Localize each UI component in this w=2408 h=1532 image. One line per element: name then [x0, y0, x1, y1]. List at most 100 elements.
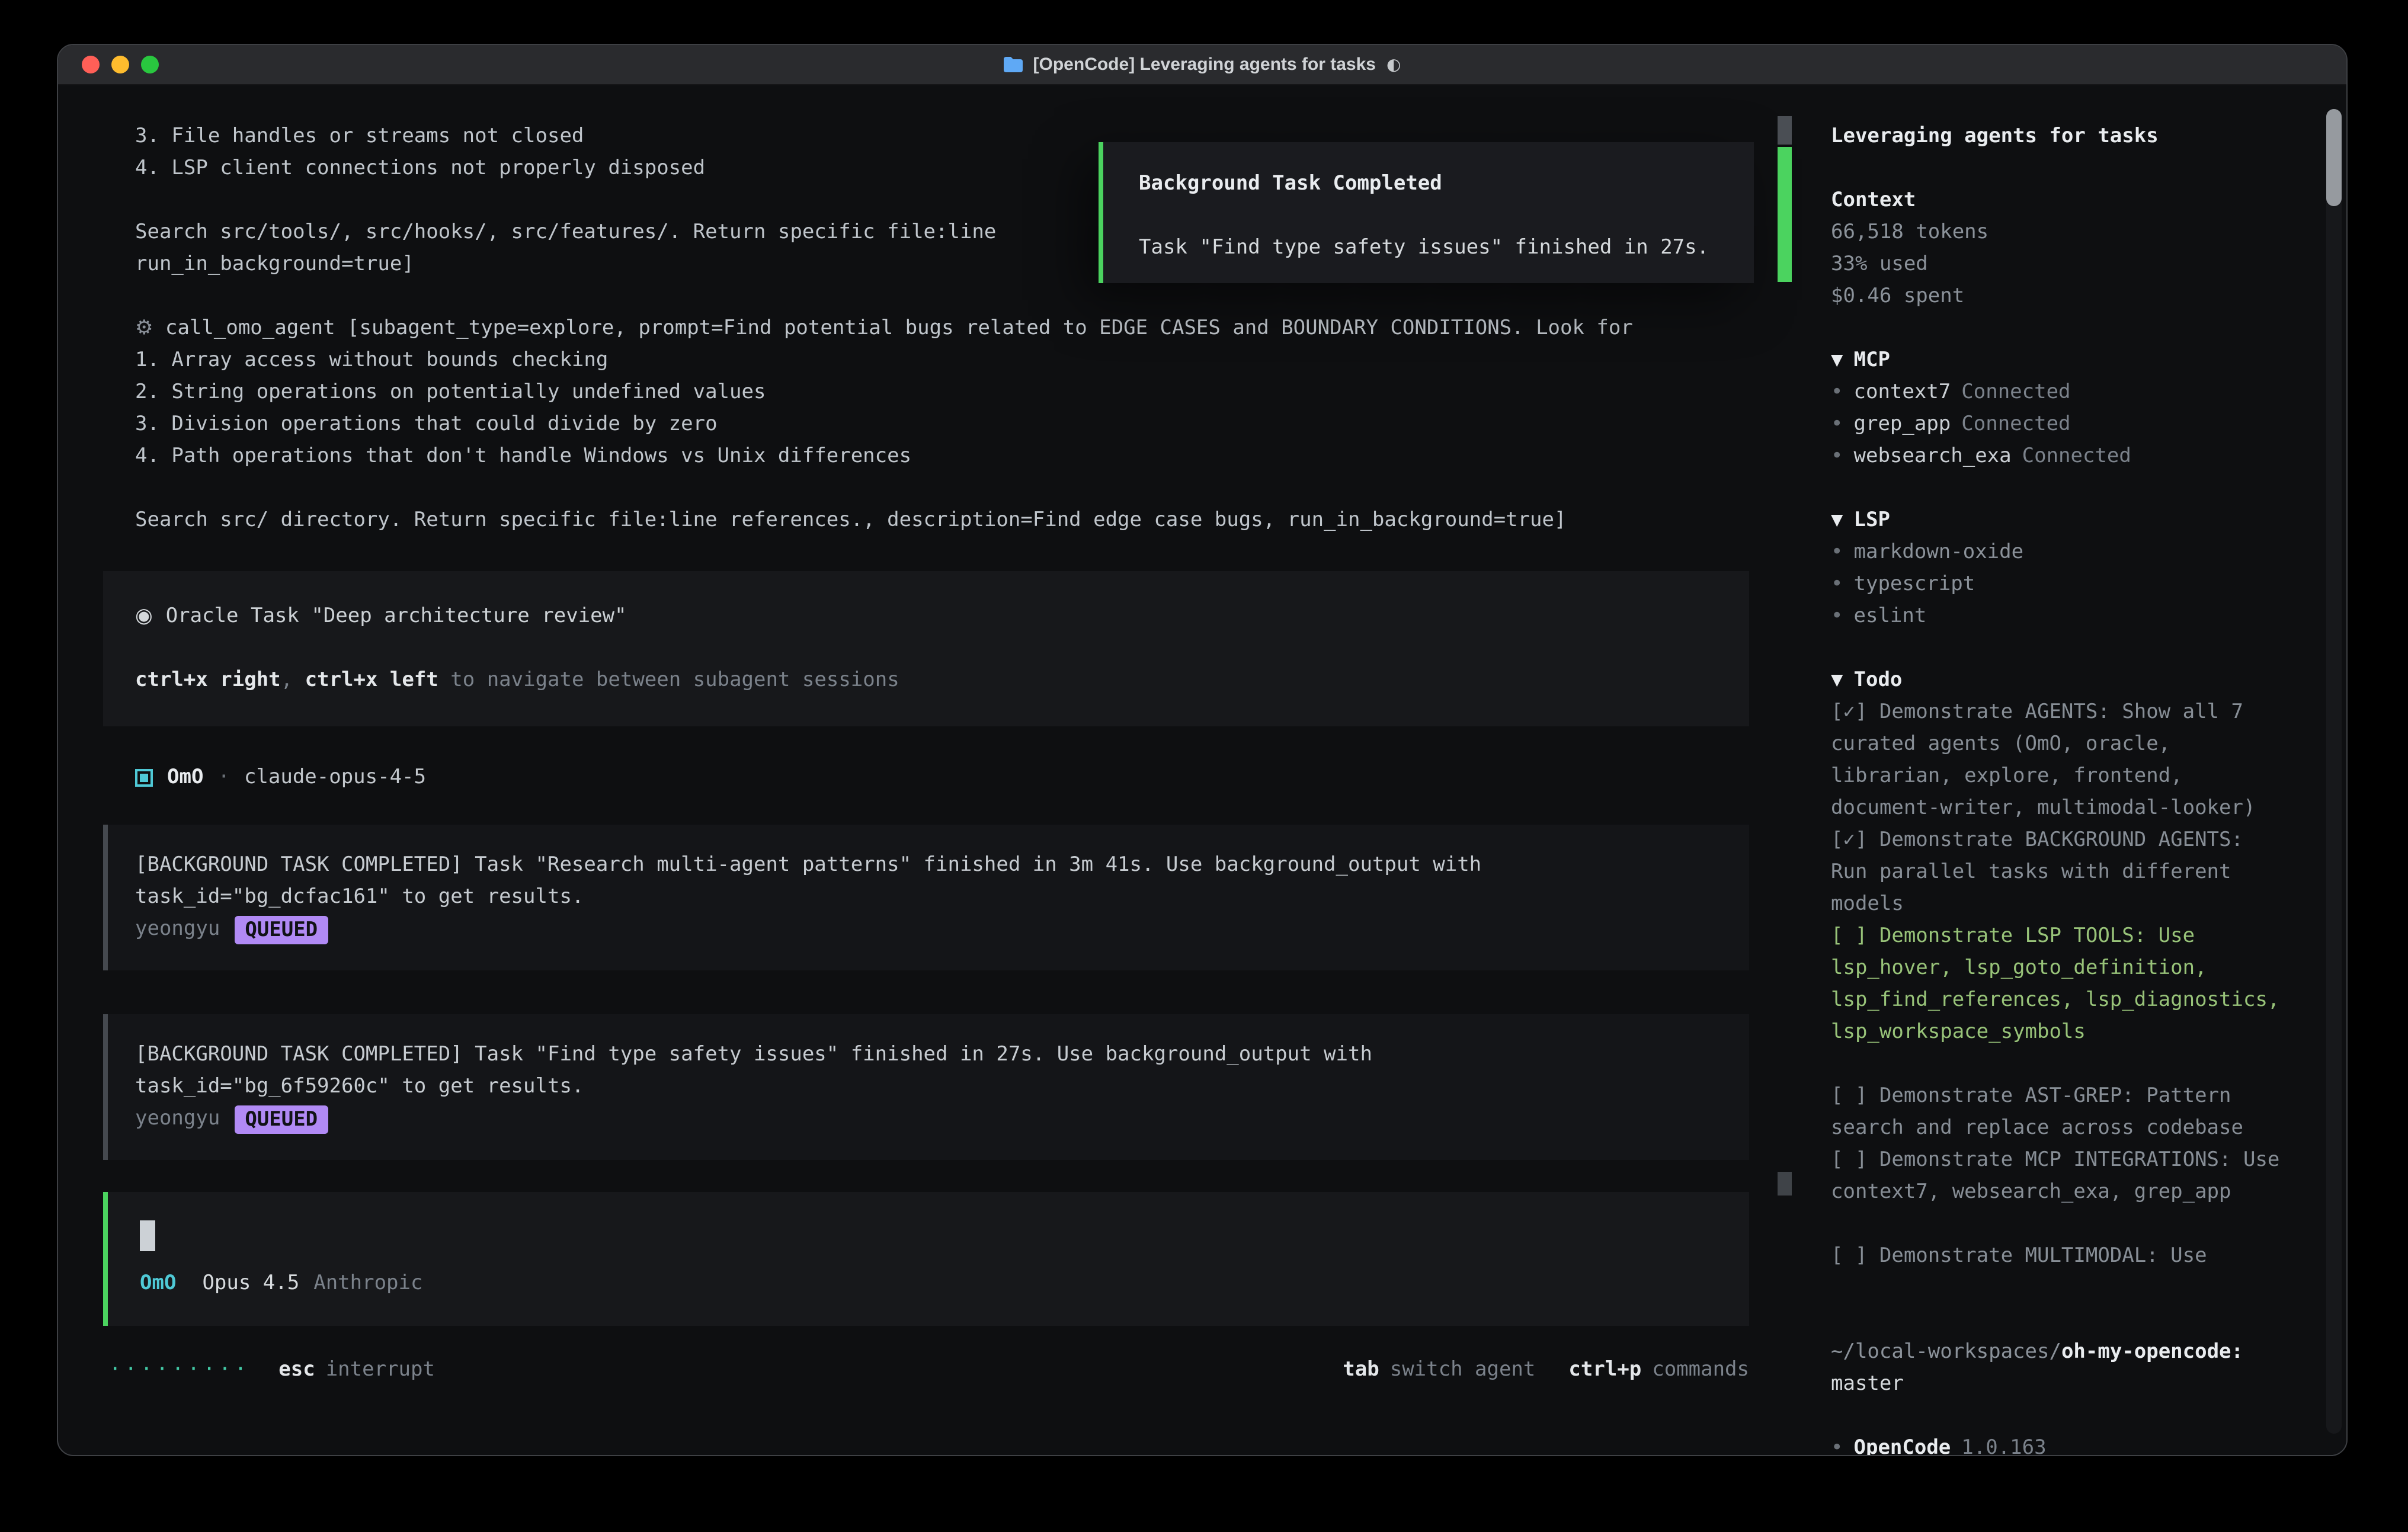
workspace-repo-name: oh-my-opencode: [2061, 1340, 2243, 1364]
oracle-task-title: Oracle Task "Deep architecture review" [166, 604, 627, 628]
agent-separator: · [217, 762, 230, 794]
window-title-text: [OpenCode] Leveraging agents for tasks [1033, 55, 1376, 75]
status-badge: QUEUED [234, 915, 328, 944]
terminal-line [135, 473, 1794, 505]
terminal-main-pane: 3. File handles or streams not closed4. … [58, 85, 1794, 1455]
lsp-section-header[interactable]: ▼ LSP [1831, 505, 2304, 537]
text-cursor [140, 1220, 155, 1251]
mcp-name: websearch_exa [1854, 444, 2012, 468]
lsp-item: • typescript [1831, 569, 2304, 601]
mcp-status: Connected [2022, 444, 2131, 468]
session-sidebar: Leveraging agents for tasks Context 66,5… [1794, 85, 2346, 1455]
todo-heading-label: Todo [1854, 668, 1903, 692]
tab-key-hint: tab [1343, 1358, 1379, 1382]
zoom-button[interactable] [141, 56, 159, 73]
lsp-heading-label: LSP [1854, 508, 1890, 532]
message-author: yeongyu [135, 914, 220, 946]
message-author: yeongyu [135, 1103, 220, 1135]
terminal-line [135, 281, 1794, 313]
sidebar-scrollbar-track[interactable] [2326, 109, 2342, 1434]
workspace-path: ~/local-workspaces/oh-my-opencode: [1831, 1337, 2304, 1368]
lsp-name: typescript [1854, 572, 1975, 596]
mcp-list: •context7Connected•grep_appConnected•web… [1831, 377, 2304, 473]
workspace-branch: master [1831, 1368, 2304, 1400]
lsp-item: •markdown-oxide [1831, 537, 2304, 569]
tool-call-text: call_omo_agent [subagent_type=explore, p… [165, 316, 1633, 340]
record-icon: ◉ [135, 604, 153, 628]
window-titlebar: [OpenCode] Leveraging agents for tasks ◐ [58, 45, 2346, 85]
chevron-down-icon: ▼ [1831, 348, 1843, 372]
bullet-icon: • [1831, 572, 1843, 596]
folder-icon [1004, 57, 1023, 72]
minimize-button[interactable] [111, 56, 129, 73]
terminal-window: [OpenCode] Leveraging agents for tasks ◐… [57, 44, 2348, 1456]
bullet-icon: • [1831, 604, 1843, 628]
message-block: [BACKGROUND TASK COMPLETED] Task "Resear… [103, 825, 1749, 970]
ctrl-p-key-label: commands [1652, 1358, 1749, 1382]
agent-session-header: OmO · claude-opus-4-5 [135, 762, 1794, 794]
traffic-lights [82, 45, 159, 84]
prompt-input[interactable]: OmO Opus 4.5 Anthropic [103, 1192, 1749, 1326]
agent-square-icon [135, 769, 153, 787]
title-spinner-icon: ◐ [1386, 55, 1401, 74]
context-tokens: 66,518 tokens [1831, 217, 2304, 249]
mcp-name: context7 [1854, 380, 1951, 404]
mcp-item: •grep_appConnected [1831, 409, 2304, 441]
tab-key-label: switch agent [1390, 1358, 1536, 1382]
window-title: [OpenCode] Leveraging agents for tasks ◐ [1004, 55, 1401, 75]
background-task-toast: Background Task Completed Task "Find typ… [1099, 142, 1754, 283]
esc-key-hint: esc [278, 1354, 315, 1386]
terminal-line: 4. Path operations that don't handle Win… [135, 441, 1794, 473]
terminal-line: 2. String operations on potentially unde… [135, 377, 1794, 409]
sidebar-footer: •OpenCode1.0.163 [1831, 1432, 2304, 1456]
message-list: [BACKGROUND TASK COMPLETED] Task "Resear… [58, 825, 1794, 1160]
input-agent-name: OmO [140, 1268, 176, 1300]
todo-item: [ ] Demonstrate MCP INTEGRATIONS: Use co… [1831, 1145, 2286, 1209]
agent-model: claude-opus-4-5 [244, 762, 426, 794]
session-title: Leveraging agents for tasks [1831, 121, 2304, 153]
mcp-item: • context7 Connected [1831, 377, 2304, 409]
message-meta: yeongyu QUEUED [135, 914, 1722, 946]
mcp-item: • websearch_exa Connected [1831, 441, 2304, 473]
todo-section-header[interactable]: ▼ Todo [1831, 665, 2304, 697]
message-block: [BACKGROUND TASK COMPLETED] Task "Find t… [103, 1014, 1749, 1160]
esc-key-label: interrupt [326, 1354, 435, 1386]
terminal-line: 1. Array access without bounds checking [135, 345, 1794, 377]
context-heading: Context [1831, 185, 2304, 217]
bullet-icon: • [1831, 1436, 1843, 1456]
chevron-down-icon: ▼ [1831, 508, 1843, 532]
input-model-name: Opus 4.5 [202, 1268, 299, 1300]
chevron-down-icon: ▼ [1831, 668, 1843, 692]
oracle-title-row: ◉ Oracle Task "Deep architecture review" [135, 601, 1717, 633]
lsp-list: •markdown-oxide • typescript • eslint [1831, 537, 2304, 633]
bullet-icon: • [1831, 380, 1843, 404]
sidebar-scrollbar-thumb[interactable] [2326, 109, 2342, 206]
mcp-section-header[interactable]: ▼ MCP [1831, 345, 2304, 377]
main-scrollbar-thumb-top[interactable] [1778, 116, 1792, 145]
todo-item: [✓] Demonstrate BACKGROUND AGENTS: Run p… [1831, 825, 2286, 921]
mcp-heading-label: MCP [1854, 348, 1890, 372]
agent-name: OmO [167, 762, 203, 794]
working-spinner-icon: ········· [109, 1354, 250, 1386]
hint-text: to navigate between subagent sessions [438, 668, 899, 692]
terminal-line: Search src/ directory. Return specific f… [135, 505, 1794, 537]
app-name: OpenCode [1854, 1436, 1951, 1456]
workspace-path-prefix: ~/local-workspaces/ [1831, 1340, 2061, 1364]
todo-item: [ ] Demonstrate LSP TOOLS: Use lsp_hover… [1831, 921, 2286, 1049]
context-used: 33% used [1831, 249, 2304, 281]
todo-item: [ ] Demonstrate MULTIMODAL: Use [1831, 1241, 2286, 1273]
main-scrollbar-thumb-bottom[interactable] [1778, 1172, 1792, 1196]
ctrl-p-key-hint: ctrl+p [1568, 1358, 1641, 1382]
close-button[interactable] [82, 56, 100, 73]
mcp-status: Connected [1961, 412, 2070, 436]
shortcut-ctrl-x-left: ctrl+x left [305, 668, 438, 692]
status-badge: QUEUED [234, 1105, 328, 1133]
message-meta: yeongyu QUEUED [135, 1103, 1722, 1135]
todo-item: [✓] Demonstrate AGENTS: Show all 7 curat… [1831, 697, 2286, 825]
bullet-icon: • [1831, 412, 1843, 436]
message-text: [BACKGROUND TASK COMPLETED] Task "Find t… [135, 1039, 1510, 1103]
bullet-icon: • [1831, 444, 1843, 468]
toast-accent-bar [1778, 147, 1792, 282]
lsp-name: eslint [1854, 604, 1927, 628]
mcp-status: Connected [1961, 380, 2070, 404]
